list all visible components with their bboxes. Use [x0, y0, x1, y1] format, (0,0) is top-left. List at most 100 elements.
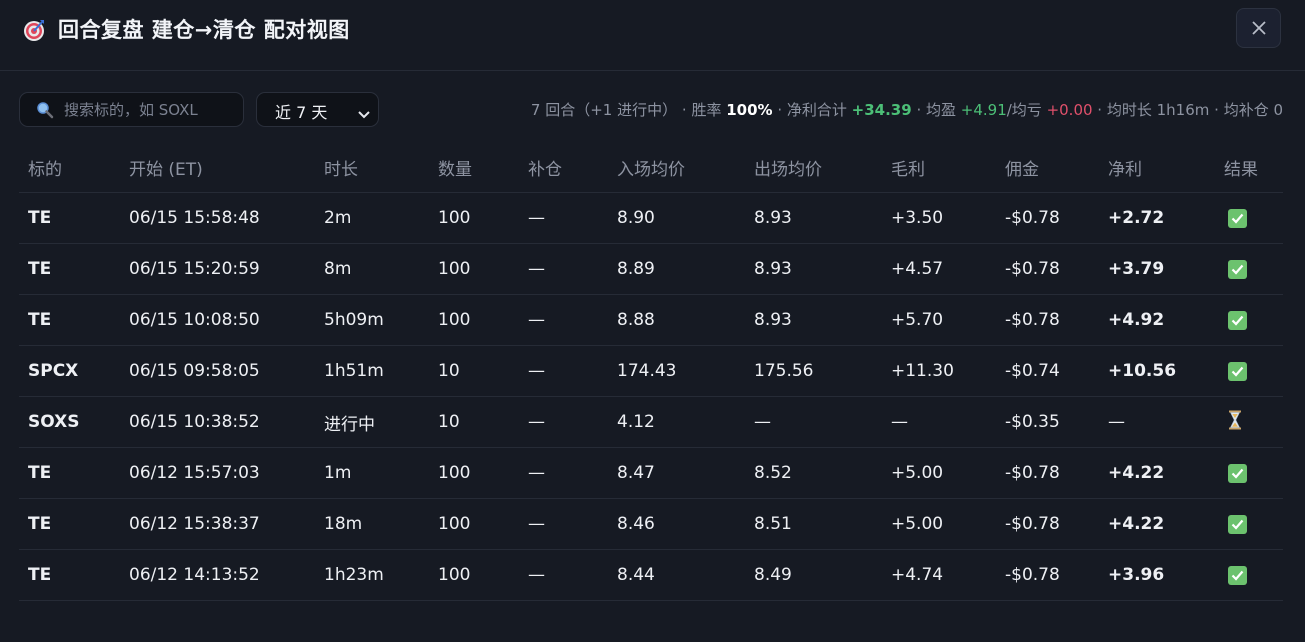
table-row[interactable]: TE 06/15 10:08:50 5h09m 100—8.88 8.93 +5.70 -$…: [19, 294, 1283, 346]
cell-net: +2.72: [1099, 192, 1215, 244]
summary-avg-loss-label: /均亏: [1006, 101, 1047, 119]
search-box[interactable]: [19, 92, 244, 127]
cell-net: +4.22: [1099, 498, 1215, 550]
cell-add: —: [519, 192, 608, 244]
cell-duration: 5h09m: [315, 294, 429, 346]
column-header-duration[interactable]: 时长: [315, 143, 429, 193]
cell-gross: +4.74: [882, 549, 996, 601]
cell-exit: —: [745, 396, 882, 448]
check-icon: [1228, 310, 1247, 330]
target-icon: [22, 18, 46, 42]
cell-gross: +5.00: [882, 447, 996, 499]
cell-duration: 18m: [315, 498, 429, 550]
rounds-table: 标的 开始 (ET) 时长 数量 补仓 入场均价 出场均价 毛利 佣金 净利 结…: [19, 143, 1283, 601]
check-icon: [1228, 259, 1247, 279]
cell-exit: 175.56: [745, 345, 882, 397]
cell-duration: 1h51m: [315, 345, 429, 397]
cell-fee: -$0.78: [996, 243, 1099, 295]
cell-result: [1215, 396, 1283, 448]
cell-result: [1215, 549, 1283, 601]
cell-duration: 2m: [315, 192, 429, 244]
cell-add: —: [519, 345, 608, 397]
cell-entry: 8.46: [608, 498, 745, 550]
chevron-down-icon: [357, 105, 371, 124]
cell-gross: +3.50: [882, 192, 996, 244]
column-header-add[interactable]: 补仓: [519, 143, 608, 193]
summary-separator: ·: [677, 101, 692, 119]
cell-quantity: 10: [429, 396, 519, 448]
column-header-fee[interactable]: 佣金: [996, 143, 1099, 193]
cell-entry: 8.89: [608, 243, 745, 295]
cell-fee: -$0.35: [996, 396, 1099, 448]
column-header-net[interactable]: 净利: [1099, 143, 1215, 193]
column-header-result[interactable]: 结果: [1215, 143, 1283, 193]
cell-add: —: [519, 447, 608, 499]
cell-fee: -$0.78: [996, 498, 1099, 550]
date-range-select[interactable]: 近 7 天: [256, 92, 379, 127]
close-button[interactable]: [1236, 8, 1281, 48]
cell-add: —: [519, 396, 608, 448]
cell-quantity: 10: [429, 345, 519, 397]
check-icon: [1228, 208, 1247, 228]
summary-separator: ·: [1092, 101, 1107, 119]
cell-symbol: TE: [19, 549, 120, 601]
column-header-symbol[interactable]: 标的: [19, 143, 120, 193]
close-icon: [1252, 21, 1266, 35]
cell-start: 06/12 15:57:03: [120, 447, 315, 499]
table-row[interactable]: SPCX 06/15 09:58:05 1h51m 10—174.43 175.56 +1…: [19, 345, 1283, 397]
table-row[interactable]: TE 06/15 15:58:48 2m 100—8.90 8.93 +3.50 -$0.7…: [19, 192, 1283, 244]
cell-exit: 8.51: [745, 498, 882, 550]
check-icon: [1228, 361, 1247, 381]
cell-start: 06/15 10:08:50: [120, 294, 315, 346]
check-icon: [1228, 463, 1247, 483]
cell-net: —: [1099, 396, 1215, 448]
cell-fee: -$0.78: [996, 294, 1099, 346]
cell-entry: 8.88: [608, 294, 745, 346]
cell-exit: 8.49: [745, 549, 882, 601]
table-row[interactable]: TE 06/12 14:13:52 1h23m 100—8.44 8.49 +4.74 -$…: [19, 549, 1283, 601]
cell-add: —: [519, 243, 608, 295]
cell-result: [1215, 192, 1283, 244]
column-header-quantity[interactable]: 数量: [429, 143, 519, 193]
summary-winrate-value: 100%: [726, 101, 773, 119]
summary-separator: ·: [772, 101, 787, 119]
cell-add: —: [519, 498, 608, 550]
search-input[interactable]: [64, 93, 239, 126]
summary-net-label: 净利合计: [786, 101, 852, 119]
cell-net: +3.96: [1099, 549, 1215, 601]
cell-gross: +11.30: [882, 345, 996, 397]
summary-stats: 7 回合（+1 进行中） · 胜率 100% · 净利合计 +34.39 · 均…: [531, 99, 1283, 120]
table-row[interactable]: TE 06/12 15:57:03 1m 100—8.47 8.52 +5.00 -$0.7…: [19, 447, 1283, 499]
column-header-start[interactable]: 开始 (ET): [120, 143, 315, 193]
cell-net: +10.56: [1099, 345, 1215, 397]
cell-exit: 8.93: [745, 243, 882, 295]
round-review-dialog: 回合复盘 建仓→清仓 配对视图 近 7 天 7 回合（+1 进行中） · 胜率 …: [0, 0, 1305, 642]
cell-symbol: SPCX: [19, 345, 120, 397]
cell-symbol: TE: [19, 294, 120, 346]
cell-net: +4.92: [1099, 294, 1215, 346]
cell-exit: 8.52: [745, 447, 882, 499]
cell-result: [1215, 294, 1283, 346]
summary-avg-add: 均补仓 0: [1223, 101, 1283, 119]
cell-entry: 8.47: [608, 447, 745, 499]
cell-gross: +5.70: [882, 294, 996, 346]
cell-quantity: 100: [429, 549, 519, 601]
cell-start: 06/15 15:58:48: [120, 192, 315, 244]
cell-symbol: SOXS: [19, 396, 120, 448]
table-row[interactable]: SOXS 06/15 10:38:52 进行中 10—4.12— — -$0.35—: [19, 396, 1283, 448]
cell-symbol: TE: [19, 243, 120, 295]
summary-separator: ·: [1209, 101, 1224, 119]
cell-start: 06/15 15:20:59: [120, 243, 315, 295]
column-header-entry[interactable]: 入场均价: [608, 143, 745, 193]
table-row[interactable]: TE 06/15 15:20:59 8m 100—8.89 8.93 +4.57 -$0.7…: [19, 243, 1283, 295]
check-icon: [1228, 565, 1247, 585]
cell-exit: 8.93: [745, 192, 882, 244]
cell-quantity: 100: [429, 243, 519, 295]
summary-avg-duration: 均时长 1h16m: [1106, 101, 1210, 119]
column-header-gross[interactable]: 毛利: [882, 143, 996, 193]
column-header-exit[interactable]: 出场均价: [745, 143, 882, 193]
cell-start: 06/15 09:58:05: [120, 345, 315, 397]
table-row[interactable]: TE 06/12 15:38:37 18m 100—8.46 8.51 +5.00 -$0.…: [19, 498, 1283, 550]
cell-quantity: 100: [429, 192, 519, 244]
cell-entry: 8.44: [608, 549, 745, 601]
